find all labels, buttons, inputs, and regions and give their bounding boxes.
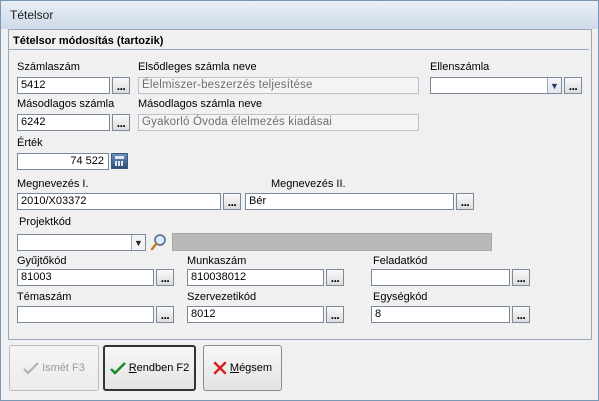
ertek-value: 74 522 [70, 155, 104, 167]
masodlagos-field[interactable]: 6242 [17, 114, 110, 131]
masodlagos-nev-label: Másodlagos számla neve [138, 98, 263, 110]
megnevezes1-label: Megnevezés I. [17, 178, 89, 190]
close-icon [213, 361, 227, 375]
masodlagos-nev-field: Gyakorló Óvoda élelmezés kiadásai [138, 114, 419, 131]
gyujtokod-label: Gyűjtőkód [17, 255, 67, 267]
masodlagos-nev-value: Gyakorló Óvoda élelmezés kiadásai [142, 116, 333, 128]
egysegkod-field[interactable]: 8 [371, 306, 510, 323]
megnevezes1-value: 2010/X03372 [21, 195, 87, 207]
projekt-name-field [172, 233, 492, 251]
szervezetikod-lookup-button[interactable]: ... [326, 306, 344, 323]
checkmark-icon [23, 362, 39, 375]
calculator-icon[interactable] [111, 153, 128, 169]
feladatkod-field[interactable] [371, 269, 510, 286]
ertek-field[interactable]: 74 522 [17, 153, 109, 170]
projektkod-select[interactable]: ▼ [17, 234, 146, 251]
megnevezes1-field[interactable]: 2010/X03372 [17, 193, 221, 210]
megnevezes2-label: Megnevezés II. [271, 178, 346, 190]
temaszam-label: Témaszám [17, 291, 72, 303]
szervezetikod-value: 8012 [191, 308, 216, 320]
checkmark-icon [109, 362, 126, 375]
ellenszamla-lookup-button[interactable]: ... [564, 77, 582, 94]
szamlaszam-value: 5412 [21, 79, 46, 91]
szamlaszam-lookup-button[interactable]: ... [112, 77, 130, 94]
elsodleges-value: Élelmiszer-beszerzés teljesítése [142, 79, 313, 91]
szamlaszam-label: Számlaszám [17, 61, 80, 73]
gyujtokod-value: 81003 [21, 271, 52, 283]
gyujtokod-lookup-button[interactable]: ... [156, 269, 174, 286]
megsem-label: Mégsem [230, 362, 272, 374]
gyujtokod-field[interactable]: 81003 [17, 269, 154, 286]
feladatkod-lookup-button[interactable]: ... [512, 269, 530, 286]
ismet-button[interactable]: Ismét F3 [9, 345, 99, 391]
elsodleges-field: Élelmiszer-beszerzés teljesítése [138, 77, 419, 94]
search-icon[interactable] [150, 233, 168, 251]
group-separator [9, 49, 589, 50]
megnevezes1-lookup-button[interactable]: ... [223, 193, 241, 210]
temaszam-lookup-button[interactable]: ... [156, 306, 174, 323]
szervezetikod-field[interactable]: 8012 [187, 306, 324, 323]
dialog-window: Tételsor Tételsor módosítás (tartozik) S… [0, 0, 599, 401]
chevron-down-icon[interactable]: ▼ [547, 78, 561, 93]
megsem-label-rest: égsem [239, 362, 273, 374]
masodlagos-value: 6242 [21, 116, 46, 128]
megsem-button[interactable]: Mégsem [203, 345, 282, 391]
elsodleges-label: Elsődleges számla neve [138, 61, 257, 73]
egysegkod-label: Egységkód [373, 291, 428, 303]
egysegkod-value: 8 [375, 308, 382, 320]
group-title: Tételsor módosítás (tartozik) [13, 35, 164, 47]
munkaszam-value: 810038012 [191, 271, 247, 283]
munkaszam-label: Munkaszám [187, 255, 247, 267]
rendben-label-rest: endben F2 [136, 362, 190, 374]
ertek-label: Érték [17, 137, 43, 149]
masodlagos-label: Másodlagos számla [17, 98, 115, 110]
megnevezes2-field[interactable]: Bér [245, 193, 454, 210]
rendben-label: Rendben F2 [129, 362, 190, 374]
feladatkod-label: Feladatkód [373, 255, 428, 267]
projektkod-label: Projektkód [19, 216, 71, 228]
munkaszam-lookup-button[interactable]: ... [326, 269, 344, 286]
title-bar: Tételsor [1, 1, 598, 29]
chevron-down-icon[interactable]: ▼ [131, 235, 145, 250]
munkaszam-field[interactable]: 810038012 [187, 269, 324, 286]
window-title: Tételsor [10, 8, 54, 22]
megsem-accel: M [229, 362, 240, 374]
egysegkod-lookup-button[interactable]: ... [512, 306, 530, 323]
ellenszamla-label: Ellenszámla [430, 61, 490, 73]
temaszam-field[interactable] [17, 306, 154, 323]
megnevezes2-lookup-button[interactable]: ... [456, 193, 474, 210]
szervezetikod-label: Szervezetikód [187, 291, 257, 303]
rendben-button[interactable]: Rendben F2 [103, 345, 196, 391]
rendben-accel: R [128, 362, 137, 374]
ismet-label: Ismét F3 [42, 362, 85, 374]
ellenszamla-select[interactable]: ▼ [430, 77, 562, 94]
masodlagos-lookup-button[interactable]: ... [112, 114, 130, 131]
megnevezes2-value: Bér [249, 195, 267, 207]
szamlaszam-field[interactable]: 5412 [17, 77, 110, 94]
